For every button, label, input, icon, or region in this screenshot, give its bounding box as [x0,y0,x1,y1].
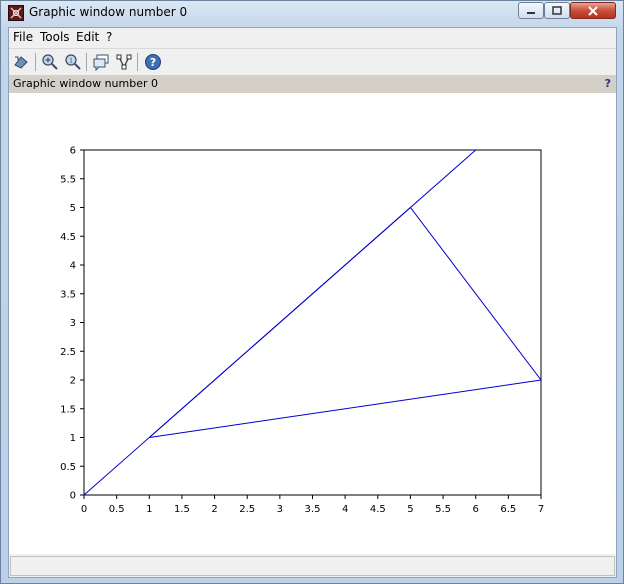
plot-svg[interactable]: 0 0.5 1 1.5 2 2.5 3 3.5 4 4.5 5 5.5 6 6.5 7 0 0.5 1 1.5 2 2… [9,93,616,554]
close-icon [588,6,598,16]
menu-tools[interactable]: Tools [40,30,70,44]
y-tick-label: 4.5 [60,232,76,243]
y-tick-label: 4 [70,261,76,272]
y-tick-label: 0 [70,491,76,502]
x-tick-label: 1 [146,504,152,515]
graphic-window: Graphic window number 0 File Tools Edit … [0,0,624,584]
graph-editor-icon [116,54,132,70]
menu-file[interactable]: File [13,30,33,44]
help-icon: ? [145,54,161,70]
close-button[interactable] [570,2,616,19]
x-tick-label: 3.5 [305,504,321,515]
svg-text:1: 1 [69,58,73,65]
y-tick-label: 3.5 [60,289,76,300]
axes-frame [83,149,542,496]
x-tick-label: 0 [81,504,87,515]
y-tick-label: 5.5 [60,174,76,185]
x-tick-label: 6.5 [500,504,516,515]
series-line-1 [148,206,542,438]
datatip-button[interactable] [92,53,110,72]
y-tick-label: 5 [70,203,76,214]
zoom-icon [42,54,58,70]
datatip-icon [93,54,109,72]
x-tick-label: 4 [342,504,348,515]
y-tick-label: 2.5 [60,347,76,358]
scilab-graphic-icon [8,5,24,21]
x-tick-label: 3 [277,504,283,515]
y-tick-label: 6 [70,146,76,157]
toolbar-separator [137,53,138,71]
svg-text:?: ? [150,56,156,69]
menu-edit[interactable]: Edit [76,30,99,44]
minimize-icon [527,12,535,14]
info-bar-text: Graphic window number 0 [13,77,158,90]
window-title: Graphic window number 0 [29,5,188,19]
toolbar-separator [86,53,87,71]
info-bar: Graphic window number 0 ? [9,75,616,93]
menu-bar: File Tools Edit ? [9,28,616,47]
maximize-icon [552,6,562,15]
series-layer [83,149,542,496]
y-tick-label: 1.5 [60,404,76,415]
toolbar-separator [35,53,36,71]
minimize-button[interactable] [518,2,544,19]
x-tick-label: 6 [473,504,479,515]
y-tick-label: 0.5 [60,462,76,473]
status-bar [10,556,615,576]
rotate-icon [14,56,28,69]
x-tick-label: 5 [407,504,413,515]
help-button[interactable]: ? [144,53,162,71]
x-tick-label: 2 [211,504,217,515]
maximize-button[interactable] [544,2,570,19]
y-tick-label: 3 [70,318,76,329]
info-help-link[interactable]: ? [605,77,611,90]
y-tick-label: 1 [70,433,76,444]
toolbar: 1 ? [9,48,616,75]
x-tick-label: 2.5 [239,504,255,515]
x-axis: 0 0.5 1 1.5 2 2.5 3 3.5 4 4.5 5 5.5 6 6.5 7 [81,495,544,515]
zoom-button[interactable] [41,53,59,71]
window-client: File Tools Edit ? 1 ? Graphic window num… [8,27,617,578]
menu-help[interactable]: ? [106,30,112,44]
x-tick-label: 7 [538,504,544,515]
graphic-canvas[interactable]: 0 0.5 1 1.5 2 2.5 3 3.5 4 4.5 5 5.5 6 6.5 7 0 0.5 1 1.5 2 2… [9,93,616,554]
x-tick-label: 4.5 [370,504,386,515]
rotate-button[interactable] [12,53,30,71]
unzoom-icon: 1 [65,54,81,70]
unzoom-button[interactable]: 1 [64,53,82,71]
x-tick-label: 1.5 [174,504,190,515]
x-tick-label: 5.5 [435,504,451,515]
y-axis: 0 0.5 1 1.5 2 2.5 3 3.5 4 4.5 5 5.5 6 [60,146,84,502]
y-tick-label: 2 [70,376,76,387]
x-tick-label: 0.5 [109,504,125,515]
graph-editor-button[interactable] [115,53,133,71]
title-bar[interactable]: Graphic window number 0 [1,1,623,27]
